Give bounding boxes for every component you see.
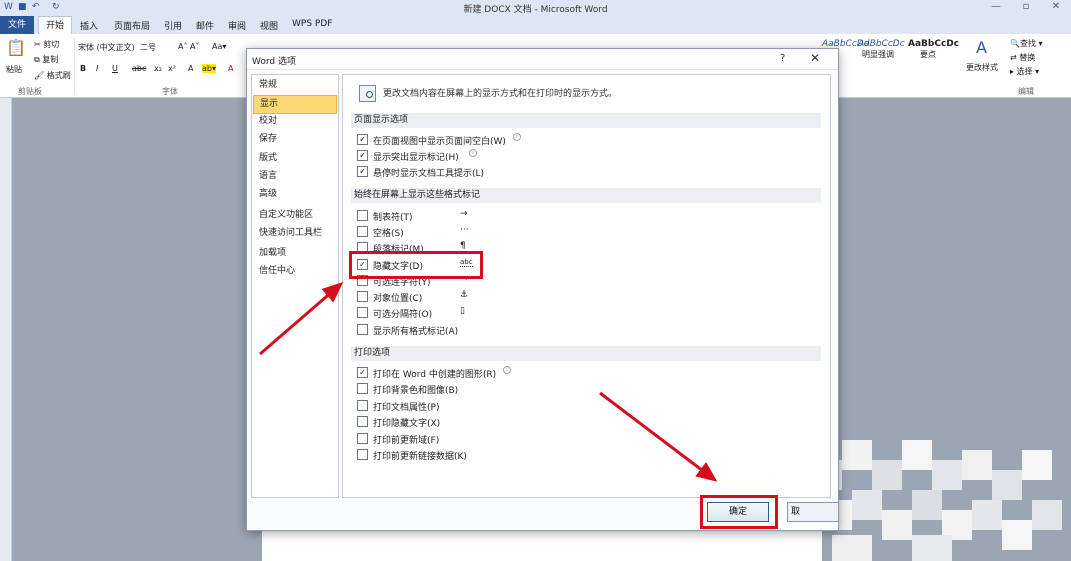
arrow-to-hidden-text	[259, 282, 344, 356]
arrow-to-ok-button	[599, 391, 718, 482]
annotation-arrows	[259, 282, 718, 482]
